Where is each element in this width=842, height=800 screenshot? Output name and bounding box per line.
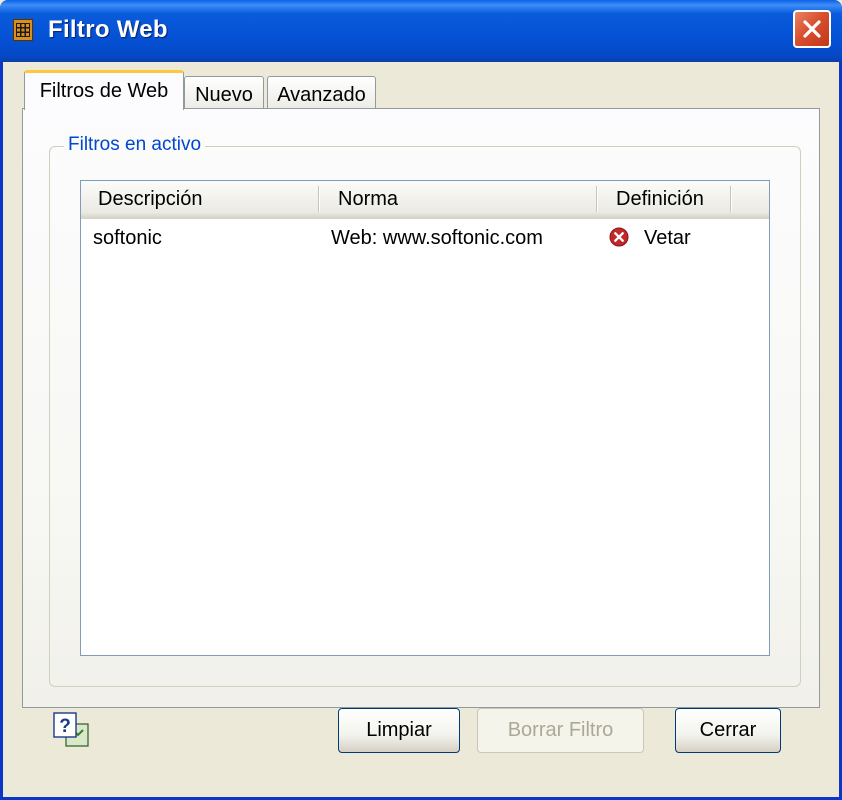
close-icon <box>803 20 821 38</box>
delete-filter-button[interactable]: Borrar Filtro <box>477 708 644 753</box>
column-divider[interactable] <box>596 186 598 212</box>
app-icon[interactable] <box>13 19 33 41</box>
tab-nuevo[interactable]: Nuevo <box>184 76 264 109</box>
tab-panel: Filtros en activo Descripción Norma Defi… <box>22 108 820 708</box>
list-header: Descripción Norma Definición <box>81 181 769 219</box>
filters-list[interactable]: Descripción Norma Definición softonic We… <box>80 180 770 656</box>
group-legend: Filtros en activo <box>64 134 206 156</box>
close-button[interactable]: Cerrar <box>675 708 781 753</box>
cell-descripcion: softonic <box>93 227 162 249</box>
deny-icon <box>609 227 629 247</box>
help-icon[interactable]: ? <box>52 711 92 751</box>
tab-filtros-de-web[interactable]: Filtros de Web <box>24 70 184 110</box>
table-row[interactable]: softonic Web: www.softonic.com Vetar <box>81 220 769 256</box>
column-header-norma[interactable]: Norma <box>338 181 593 218</box>
dialog-window: Filtro Web Filtros de Web Nuevo Avanzado… <box>0 0 842 800</box>
column-divider[interactable] <box>318 186 320 212</box>
column-header-definicion[interactable]: Definición <box>616 181 731 218</box>
tab-label: Filtros de Web <box>39 80 169 102</box>
window-title: Filtro Web <box>48 16 168 43</box>
close-window-button[interactable] <box>793 10 831 48</box>
column-header-descripcion[interactable]: Descripción <box>98 181 318 218</box>
cell-definicion: Vetar <box>644 227 691 249</box>
title-bar[interactable]: Filtro Web <box>0 0 842 62</box>
tab-avanzado[interactable]: Avanzado <box>267 76 376 109</box>
active-filters-group: Filtros en activo Descripción Norma Defi… <box>49 134 801 687</box>
column-divider[interactable] <box>730 186 732 212</box>
clear-button[interactable]: Limpiar <box>338 708 460 753</box>
svg-text:?: ? <box>59 716 71 737</box>
cell-norma: Web: www.softonic.com <box>331 227 543 249</box>
